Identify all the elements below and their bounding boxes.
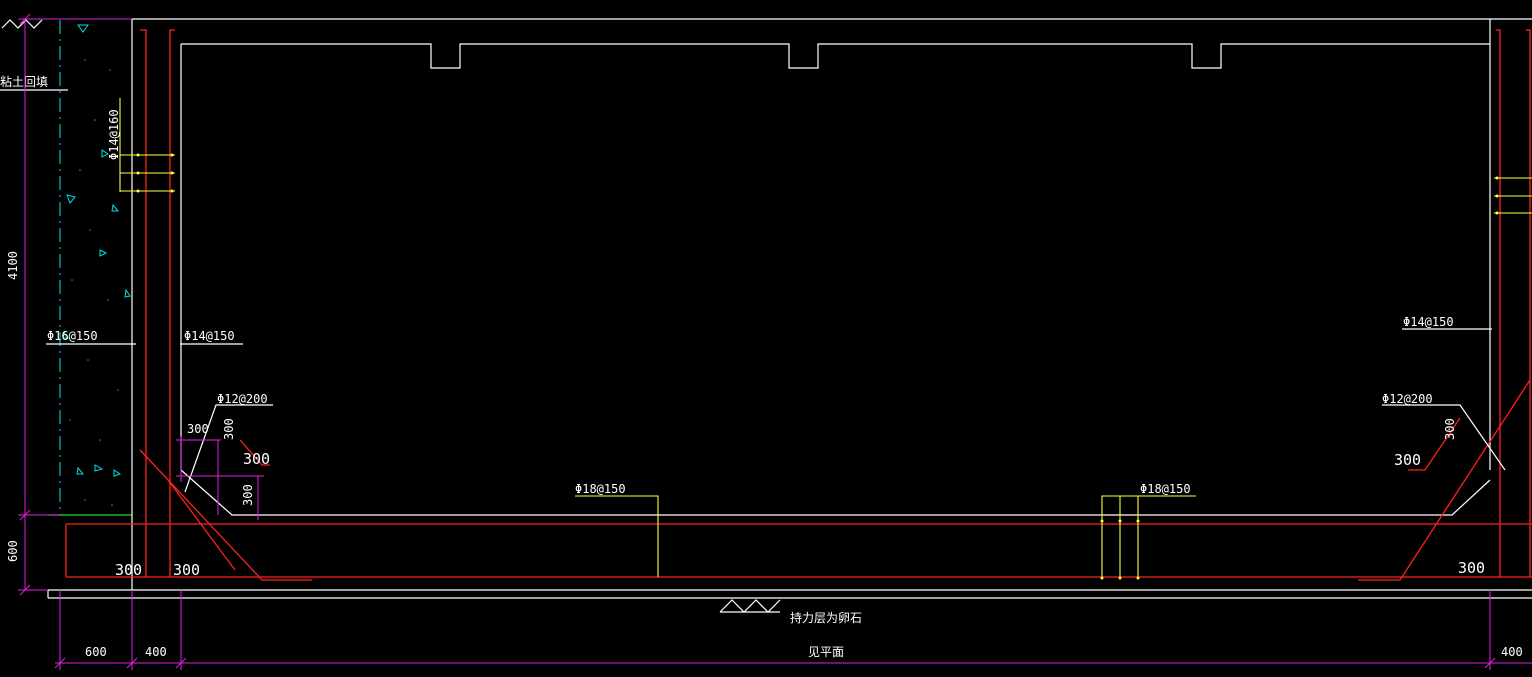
backfill-label: 粘土回填: [0, 74, 48, 89]
dim-haunch-w: 300: [187, 422, 209, 436]
dim-haunch-left-side: 300: [243, 450, 270, 468]
bearing-layer-label: 持力层为卵石: [790, 610, 862, 625]
rebar-label-floor-left: Φ18@150: [575, 482, 626, 496]
dim-width-wall-left: 400: [145, 645, 167, 659]
rebar-label-haunch-right: Φ12@200: [1382, 392, 1433, 406]
rebar-label-outer-left: Φ16@150: [47, 329, 98, 343]
bearing-layer-symbol: [719, 599, 781, 613]
see-plan-label: 见平面: [808, 645, 844, 659]
rebar-label-inner-left: Φ14@150: [184, 329, 235, 343]
cad-section-drawing: 粘土回填 Φ14@160 Φ16@150 Φ14@150 Φ14@150 Φ12…: [0, 13, 1532, 670]
dim-width-wall-right: 400: [1501, 645, 1523, 659]
dim-haunch-left-bottom: 300: [241, 484, 255, 506]
dim-width-footing: 600: [85, 645, 107, 659]
rebar-label-floor-right: Φ18@150: [1140, 482, 1191, 496]
rebar-label-left-vertical: Φ14@160: [107, 109, 121, 160]
tank-outline: [47, 18, 1532, 599]
dim-haunch-h: 300: [222, 418, 236, 440]
dim-haunch-right-bottom: 300: [1443, 418, 1457, 440]
dim-height-wall: 4100: [6, 251, 20, 280]
rebar-label-inner-right: Φ14@150: [1403, 315, 1454, 329]
rebar-leaders: [119, 98, 1532, 580]
rebar-lines: [65, 29, 1532, 581]
rebar-label-haunch-left: Φ12@200: [217, 392, 268, 406]
dim-height-base: 600: [6, 540, 20, 562]
dim-base-left-300b: 300: [173, 561, 200, 579]
dim-base-right-300: 300: [1458, 559, 1485, 577]
dimension-lines: [18, 13, 1532, 670]
dim-haunch-right-side: 300: [1394, 451, 1421, 469]
dim-base-left-300a: 300: [115, 561, 142, 579]
